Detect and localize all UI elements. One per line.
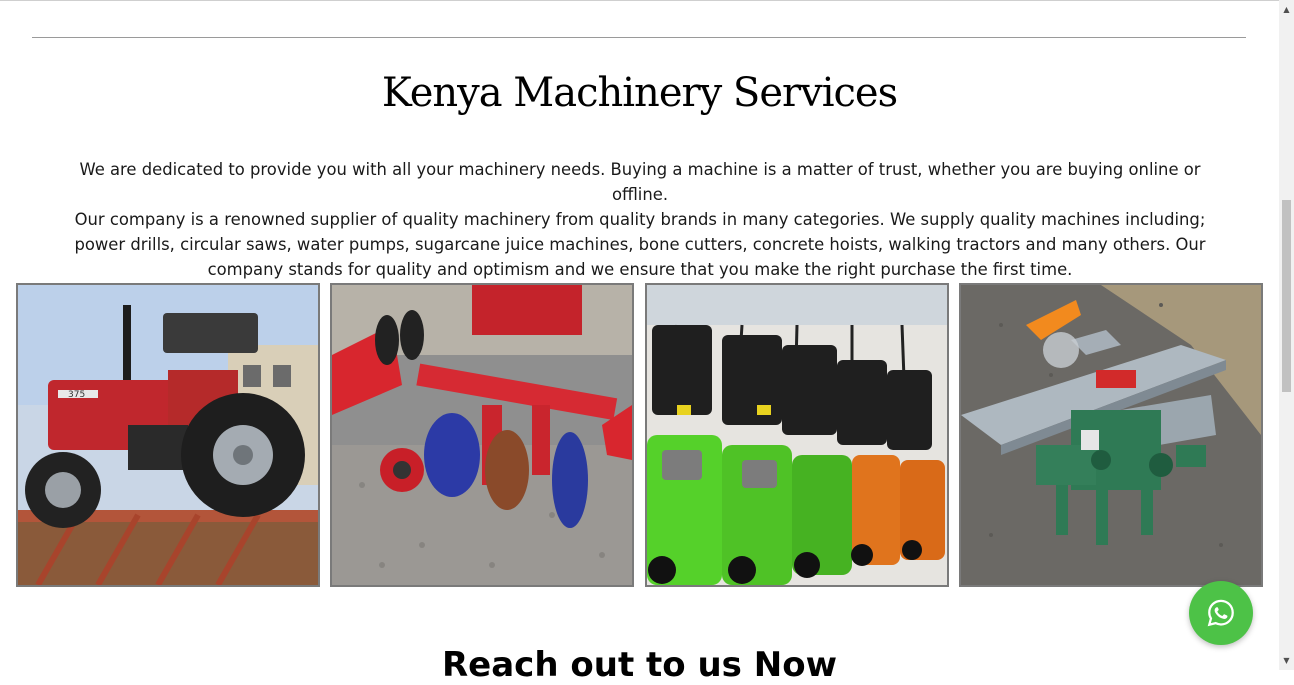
intro-line: company stands for quality and optimism … bbox=[207, 260, 1073, 279]
machinery-gallery: 375 bbox=[16, 283, 1264, 587]
intro-line: We are dedicated to provide you with all… bbox=[79, 160, 1201, 204]
section-title: Kenya Machinery Services bbox=[381, 70, 898, 116]
scrollbar-thumb[interactable] bbox=[1282, 200, 1291, 392]
page-scrollbar[interactable]: ▲ ▼ bbox=[1279, 0, 1294, 670]
intro-paragraph: We are dedicated to provide you with all… bbox=[60, 157, 1220, 282]
whatsapp-icon bbox=[1207, 599, 1234, 627]
lawn-mowers-image[interactable] bbox=[645, 283, 949, 587]
next-section-title: Reach out to us Now bbox=[442, 645, 837, 685]
section-divider bbox=[32, 37, 1246, 38]
top-edge-line bbox=[0, 0, 1279, 1]
intro-line: power drills, circular saws, water pumps… bbox=[74, 235, 1206, 254]
tractor-badge: 375 bbox=[68, 390, 85, 400]
woodworking-machine-image[interactable] bbox=[959, 283, 1263, 587]
scroll-down-arrow-icon[interactable]: ▼ bbox=[1279, 653, 1294, 668]
intro-line: Our company is a renowned supplier of qu… bbox=[74, 210, 1206, 229]
tractor-image[interactable]: 375 bbox=[16, 283, 320, 587]
plough-image[interactable] bbox=[330, 283, 634, 587]
whatsapp-button[interactable] bbox=[1189, 581, 1253, 645]
scroll-up-arrow-icon[interactable]: ▲ bbox=[1279, 2, 1294, 17]
